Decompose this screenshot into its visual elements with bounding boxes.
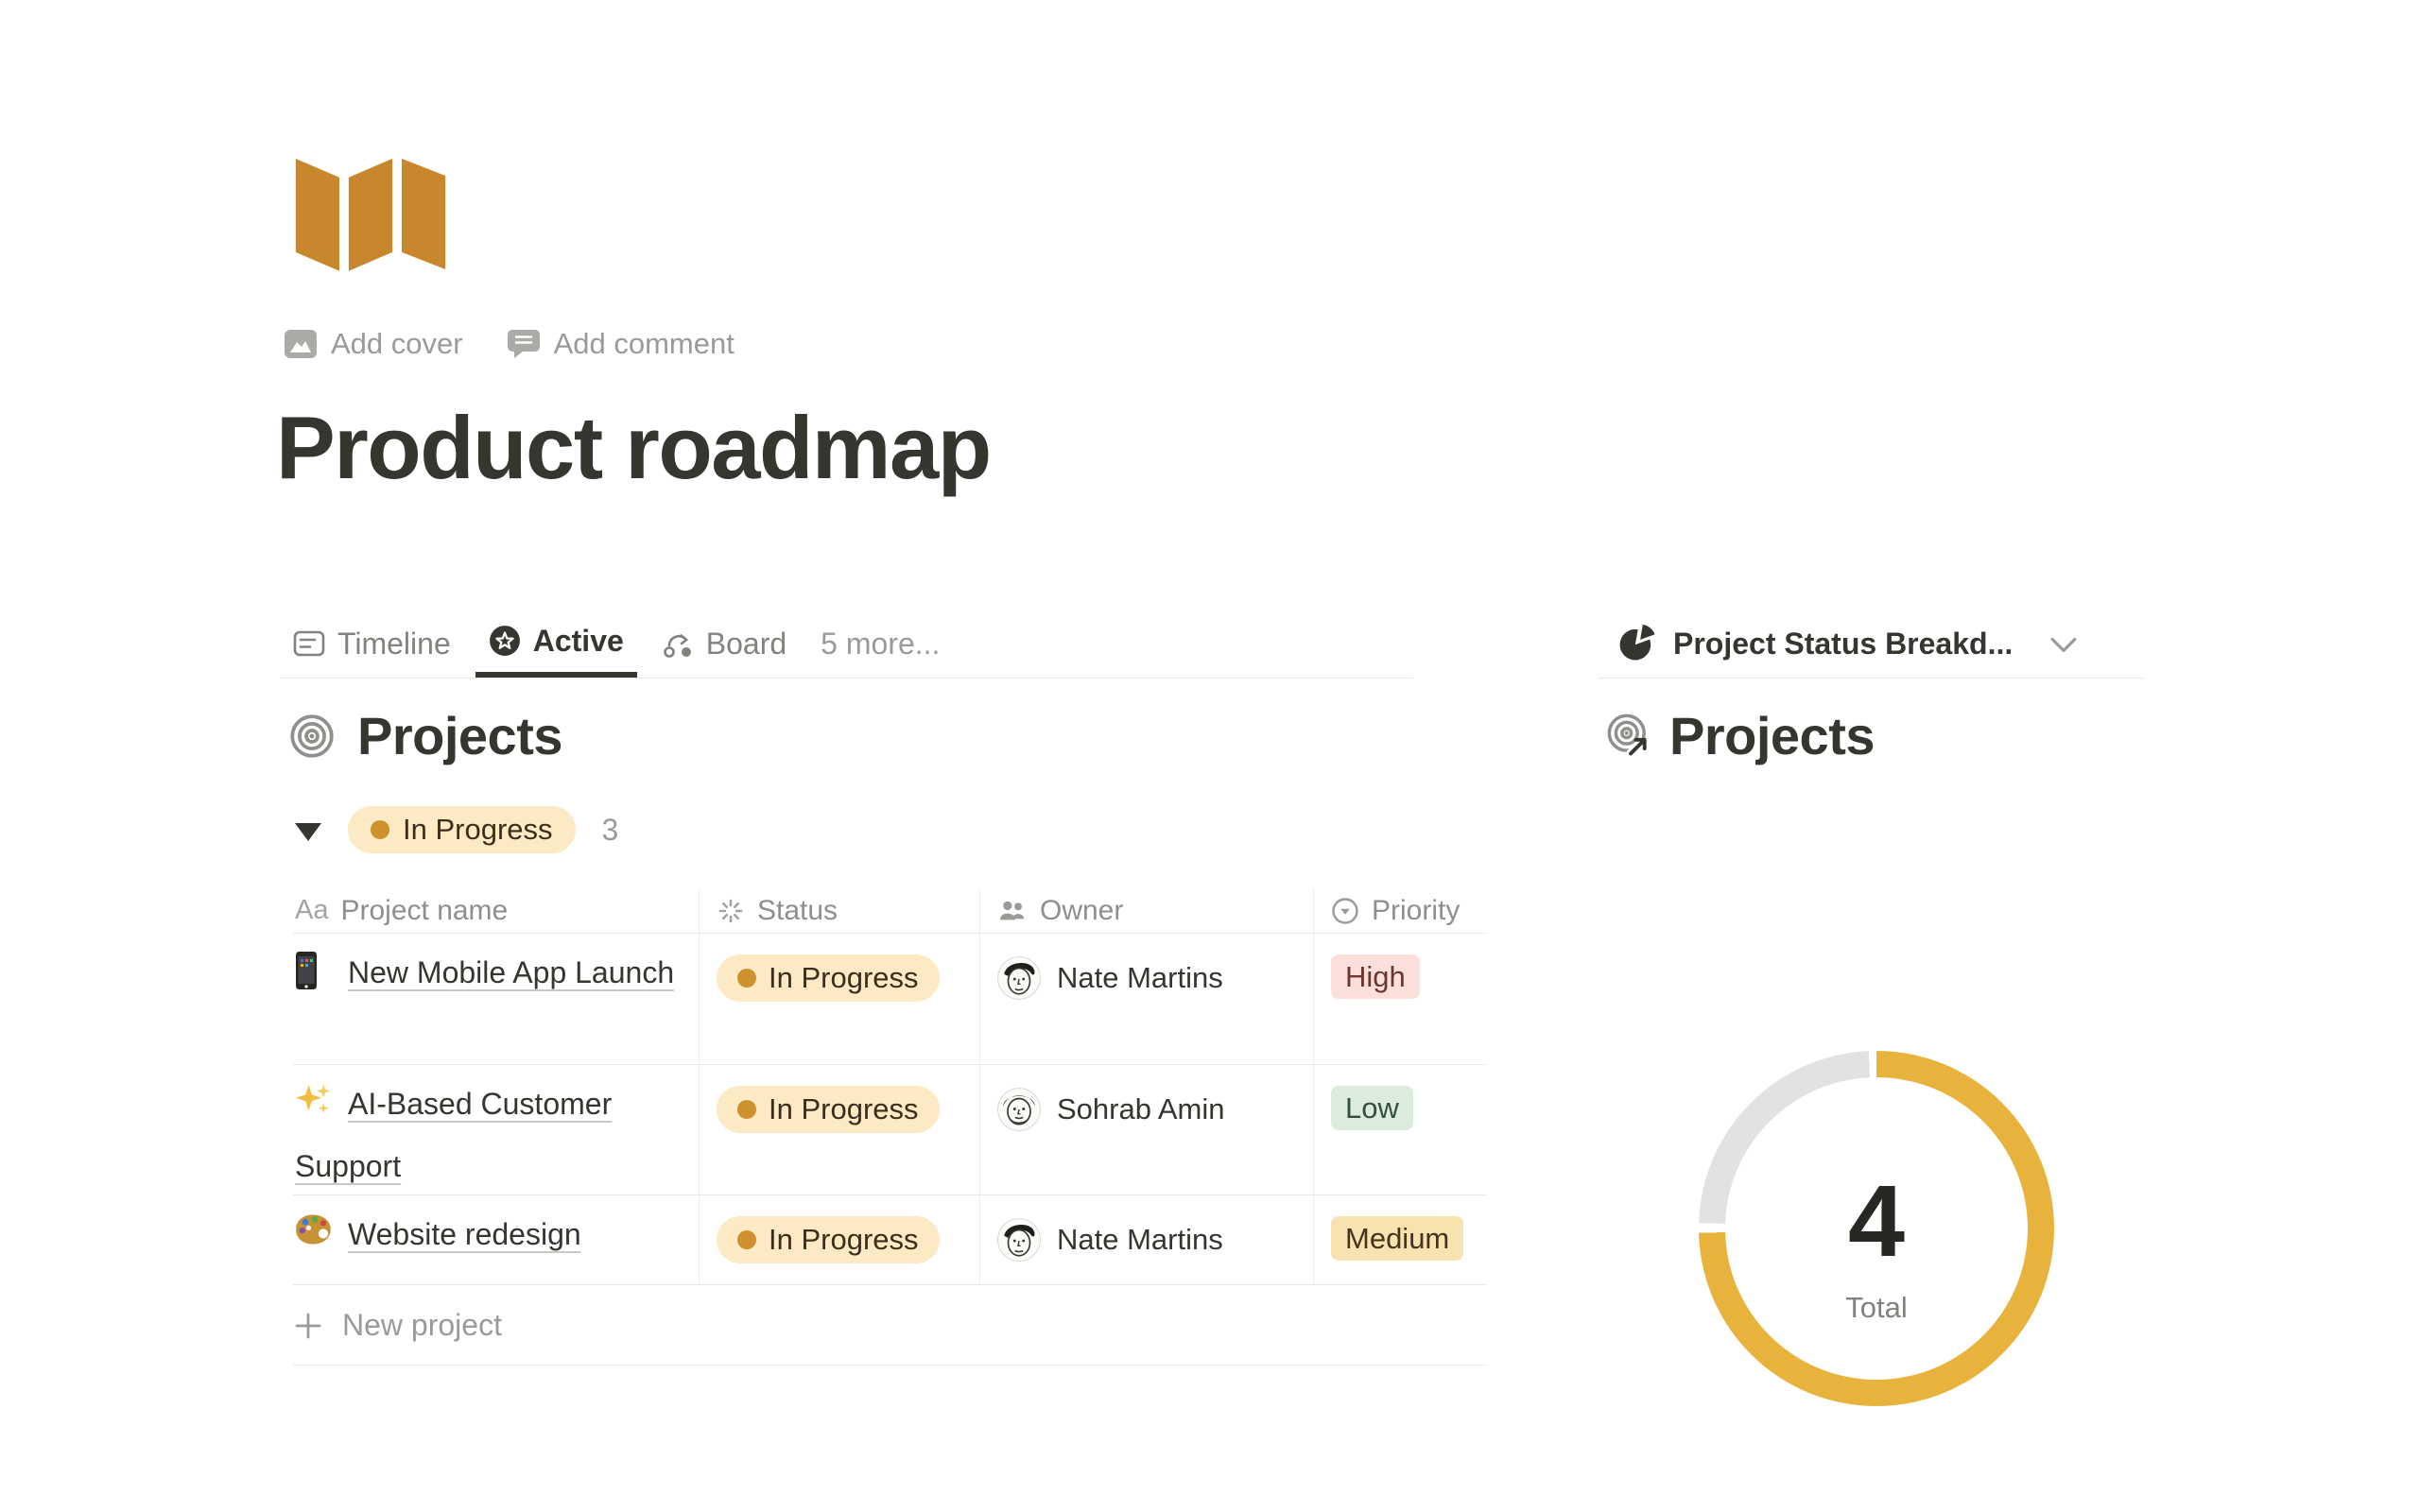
status-donut-chart: 4 Total [1699, 1051, 2054, 1406]
page-map-icon[interactable] [291, 149, 450, 274]
owner-cell[interactable]: Nate Martins [980, 934, 1314, 1064]
project-name-cell[interactable]: Website redesign [293, 1195, 700, 1284]
new-project-label: New project [342, 1308, 502, 1343]
status-cell[interactable]: In Progress [700, 1195, 980, 1284]
group-in-progress: In Progress 3 [295, 806, 618, 853]
tab-board-label: Board [706, 627, 786, 662]
mobile-phone-icon [295, 951, 335, 990]
table-header-row: Aa Project name Status [293, 888, 1487, 934]
chart-view-title: Project Status Breakd... [1673, 627, 2013, 662]
status-dot-icon [737, 1230, 756, 1249]
sparkles-icon [295, 1082, 335, 1122]
priority-pill: Medium [1331, 1216, 1463, 1261]
image-icon [284, 329, 318, 359]
tab-active[interactable]: Active [475, 610, 637, 678]
linked-projects-title[interactable]: Projects [1669, 705, 1875, 766]
donut-total-label: Total [1845, 1291, 1907, 1325]
status-dot-icon [371, 820, 389, 839]
tab-timeline[interactable]: Timeline [280, 610, 464, 678]
palette-icon [295, 1212, 335, 1252]
notion-page: Add cover Add comment Product roadmap [0, 0, 2420, 1512]
add-cover-button[interactable]: Add cover [284, 327, 463, 361]
comment-icon [507, 328, 541, 360]
priority-cell[interactable]: High [1314, 934, 1487, 1064]
group-status-pill[interactable]: In Progress [348, 806, 576, 853]
add-comment-label: Add comment [554, 327, 735, 361]
owner-cell[interactable]: Sohrab Amin [980, 1065, 1314, 1197]
project-link[interactable]: New Mobile App Launch [348, 955, 674, 989]
view-tabs: Timeline Active Board 5 more. [280, 610, 1413, 679]
project-name-cell[interactable]: AI-Based Customer Support [293, 1065, 700, 1197]
linked-projects-header: Projects [1605, 705, 1875, 766]
project-link[interactable]: AI-Based Customer Support [295, 1087, 612, 1183]
status-pill: In Progress [717, 954, 940, 1002]
target-arrow-icon [1605, 712, 1654, 761]
priority-pill: Low [1331, 1086, 1413, 1130]
status-dot-icon [737, 1100, 756, 1119]
board-icon [662, 628, 694, 659]
owner-cell[interactable]: Nate Martins [980, 1195, 1314, 1284]
priority-cell[interactable]: Low [1314, 1065, 1487, 1197]
tab-active-label: Active [533, 624, 624, 659]
tab-timeline-label: Timeline [337, 627, 451, 662]
projects-section-header: Projects [289, 705, 562, 766]
avatar [997, 1218, 1041, 1262]
chart-view-tab[interactable]: Project Status Breakd... [1598, 610, 2143, 679]
table-row: AI-Based Customer Support In Progress [293, 1065, 1487, 1195]
timeline-icon [293, 629, 325, 658]
column-header-project-name[interactable]: Aa Project name [293, 888, 700, 933]
pie-chart-icon [1616, 624, 1656, 663]
tab-board[interactable]: Board [648, 610, 800, 678]
chevron-down-icon[interactable] [2048, 635, 2079, 656]
owner-name: Nate Martins [1057, 1223, 1223, 1257]
donut-total-value: 4 [1848, 1170, 1905, 1272]
tabs-more-button[interactable]: 5 more... [811, 610, 949, 678]
page-title[interactable]: Product roadmap [276, 397, 991, 499]
add-cover-label: Add cover [331, 327, 463, 361]
column-header-owner[interactable]: Owner [980, 888, 1314, 933]
text-type-icon: Aa [295, 895, 328, 926]
star-icon [489, 625, 521, 657]
collapse-triangle-icon[interactable] [295, 823, 321, 841]
table-row: New Mobile App Launch In Progress [293, 934, 1487, 1065]
column-header-priority[interactable]: Priority [1314, 888, 1487, 933]
page-actions: Add cover Add comment [284, 327, 735, 361]
status-dot-icon [737, 969, 756, 988]
status-cell[interactable]: In Progress [700, 934, 980, 1064]
status-pill: In Progress [717, 1086, 940, 1133]
plus-icon [293, 1311, 323, 1341]
priority-pill: High [1331, 954, 1420, 999]
new-project-button[interactable]: New project [293, 1286, 1487, 1366]
owner-name: Nate Martins [1057, 961, 1223, 995]
group-count: 3 [602, 813, 619, 848]
status-cell[interactable]: In Progress [700, 1065, 980, 1197]
people-icon [997, 898, 1028, 924]
table-row: Website redesign In Progress [293, 1195, 1487, 1285]
spinner-icon [717, 897, 745, 925]
avatar [997, 956, 1041, 1000]
target-icon [289, 713, 335, 759]
group-label: In Progress [403, 813, 553, 847]
owner-name: Sohrab Amin [1057, 1092, 1225, 1126]
projects-table: Aa Project name Status [293, 888, 1487, 1285]
projects-section-title[interactable]: Projects [357, 705, 562, 766]
avatar [997, 1088, 1041, 1131]
add-comment-button[interactable]: Add comment [507, 327, 735, 361]
project-link[interactable]: Website redesign [348, 1217, 581, 1251]
circled-caret-icon [1331, 897, 1359, 925]
status-pill: In Progress [717, 1216, 940, 1263]
priority-cell[interactable]: Medium [1314, 1195, 1487, 1284]
column-header-status[interactable]: Status [700, 888, 980, 933]
project-name-cell[interactable]: New Mobile App Launch [293, 934, 700, 1064]
map-icon [291, 149, 450, 274]
